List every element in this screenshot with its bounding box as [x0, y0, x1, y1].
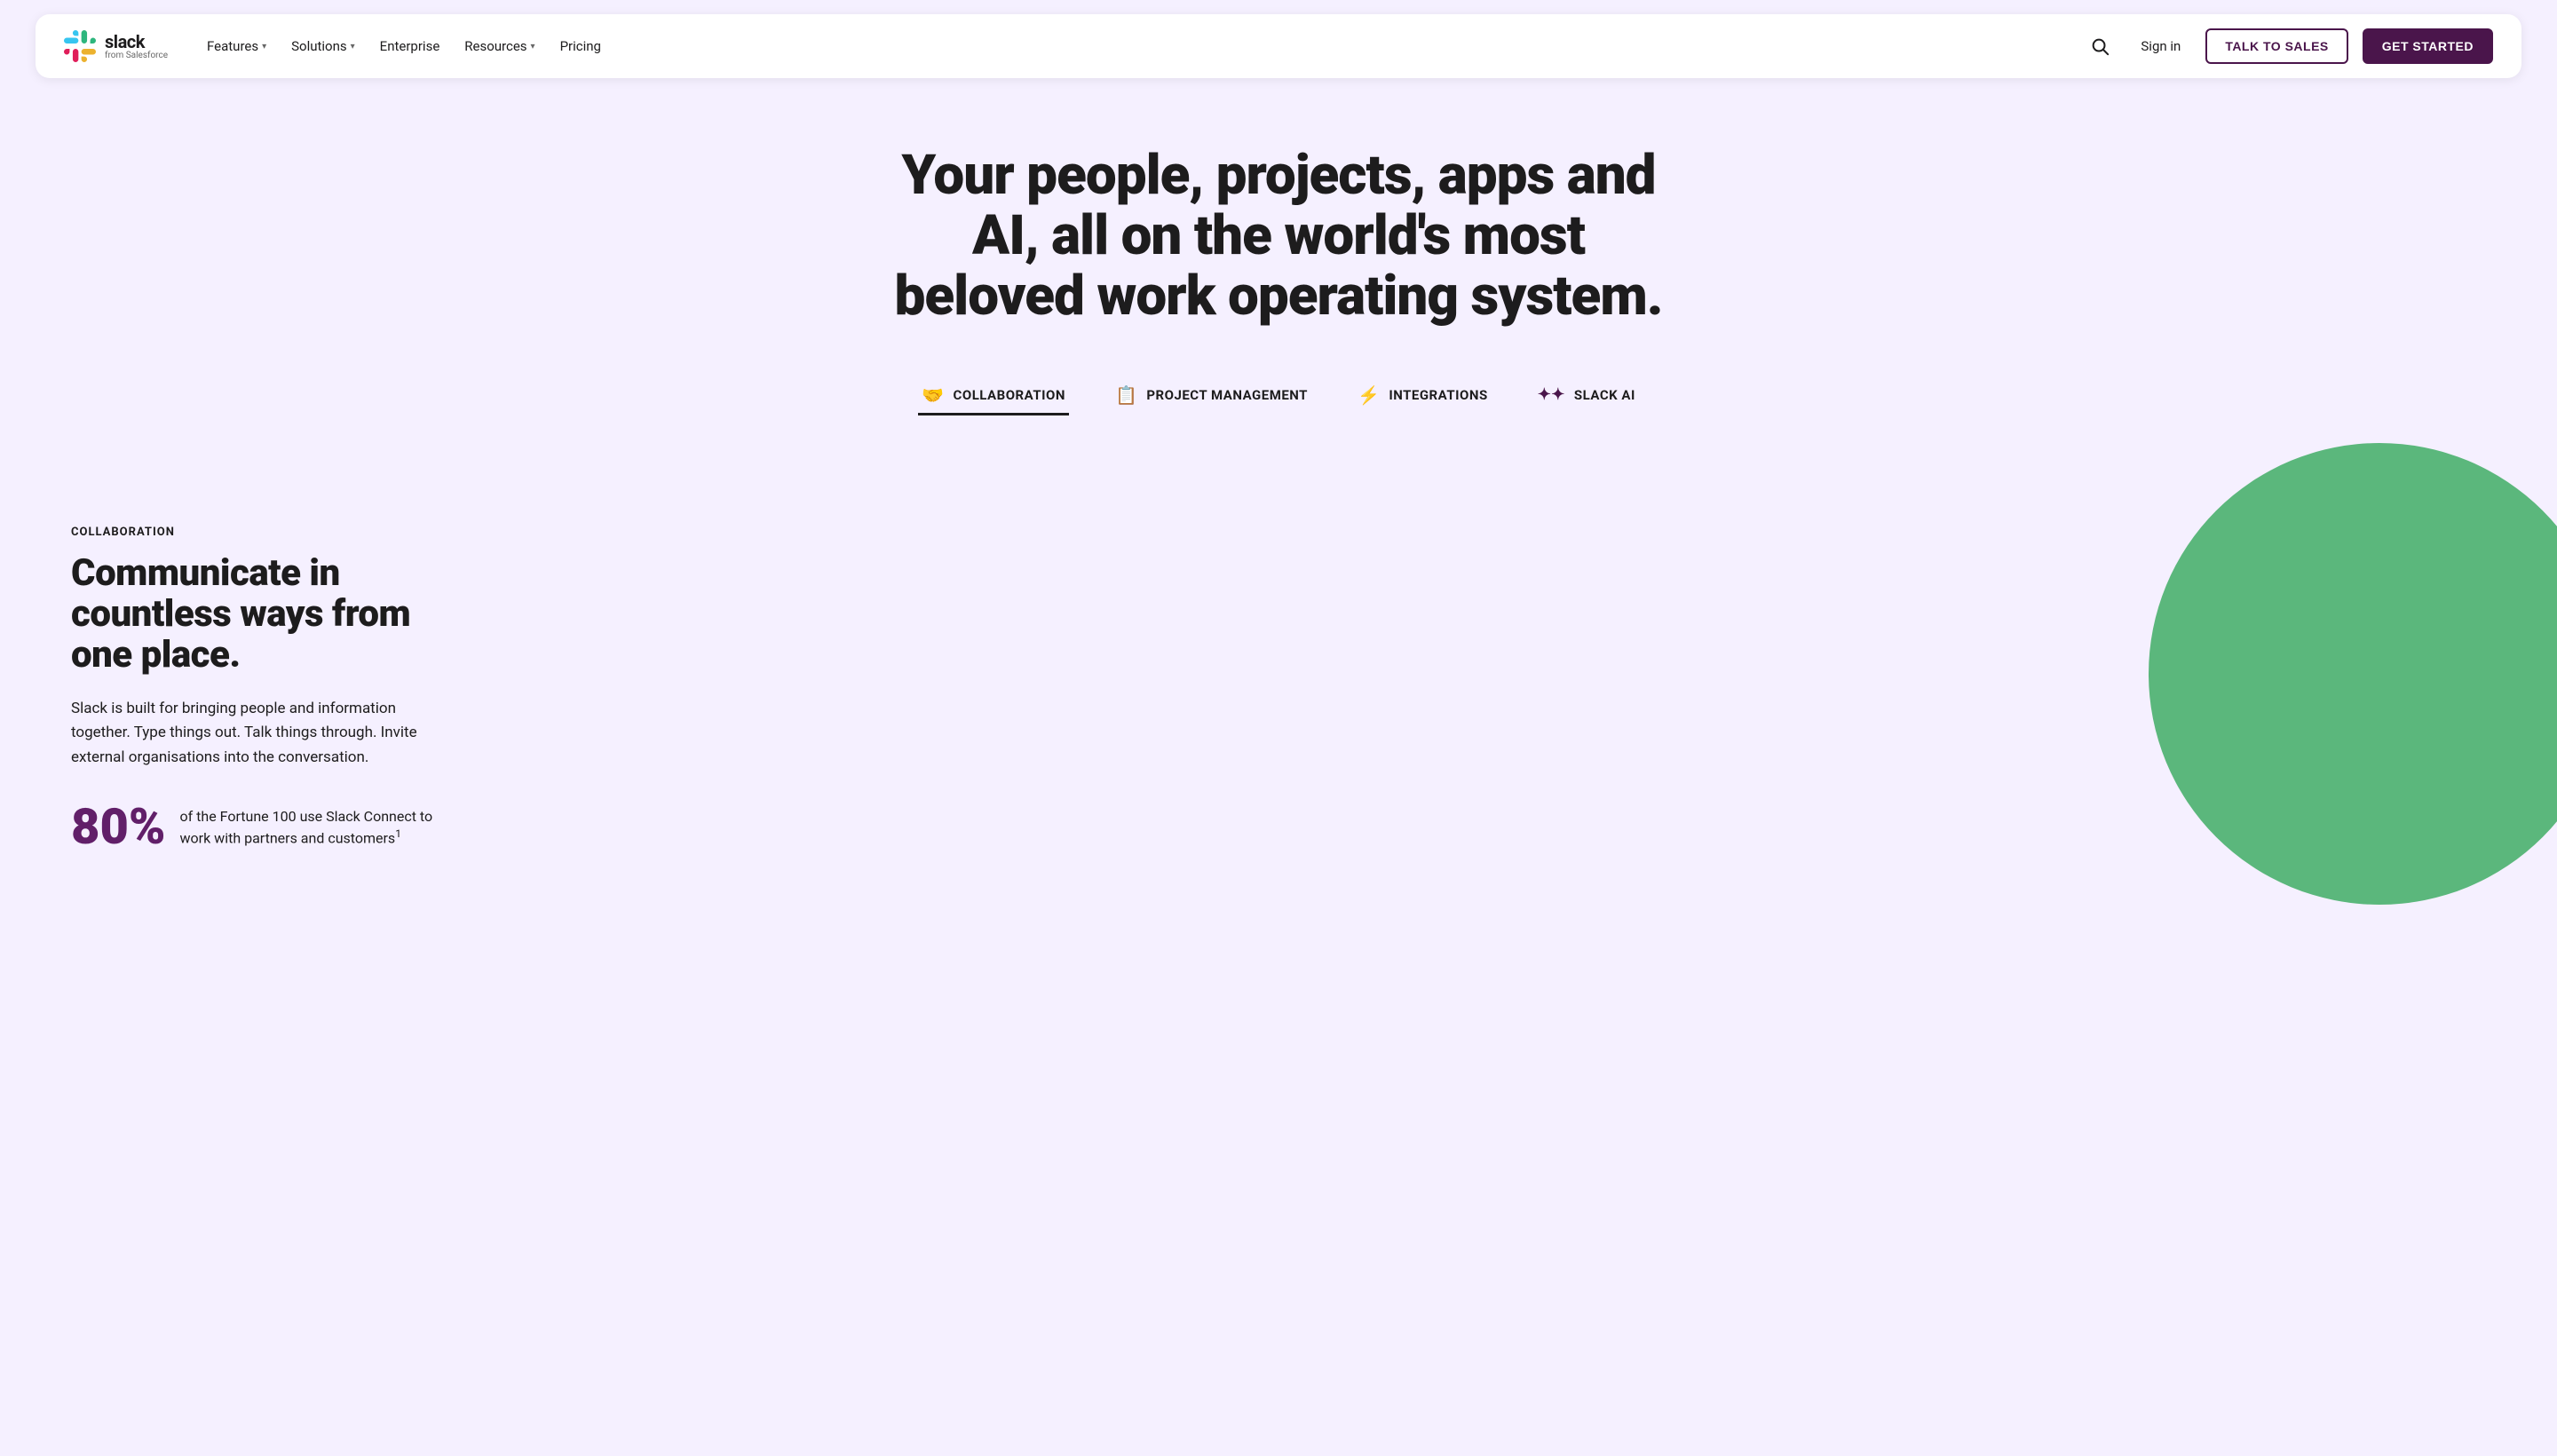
collaboration-content: COLLABORATION Communicate in countless w… — [71, 526, 444, 851]
navbar: slack from Salesforce Features ▾ Solutio… — [36, 14, 2521, 78]
solutions-chevron-icon: ▾ — [351, 42, 355, 51]
nav-right: Sign in TALK TO SALES GET STARTED — [2084, 28, 2493, 64]
lightning-icon: ⚡ — [1358, 384, 1380, 406]
tab-collaboration[interactable]: 🤝 COLLABORATION — [918, 377, 1069, 415]
feature-tabs: 🤝 COLLABORATION 📋 PROJECT MANAGEMENT ⚡ I… — [36, 363, 2521, 437]
nav-links: Features ▾ Solutions ▾ Enterprise Resour… — [196, 31, 2084, 61]
logo-text: slack from Salesforce — [99, 33, 168, 60]
stat-description: of the Fortune 100 use Slack Connect to … — [180, 802, 444, 849]
hero-title: Your people, projects, apps and AI, all … — [879, 146, 1678, 328]
search-icon — [2090, 36, 2110, 56]
section-label: COLLABORATION — [71, 526, 444, 539]
stat-number: 80% — [71, 802, 166, 851]
nav-features[interactable]: Features ▾ — [196, 31, 277, 61]
search-button[interactable] — [2084, 30, 2116, 62]
nav-solutions[interactable]: Solutions ▾ — [281, 31, 366, 61]
slack-wordmark: slack — [105, 33, 168, 51]
clipboard-icon: 📋 — [1115, 384, 1137, 406]
section-body: Slack is built for bringing people and i… — [71, 697, 444, 770]
slack-logo-icon — [64, 30, 96, 62]
green-circle-decoration — [2149, 443, 2557, 905]
hero-section: Your people, projects, apps and AI, all … — [0, 92, 2557, 472]
nav-enterprise[interactable]: Enterprise — [369, 31, 451, 61]
get-started-button[interactable]: GET STARTED — [2363, 28, 2493, 64]
nav-resources[interactable]: Resources ▾ — [454, 31, 545, 61]
sparkles-icon: ✦✦ — [1538, 385, 1565, 404]
collaboration-section: COLLABORATION Communicate in countless w… — [0, 472, 2557, 851]
section-heading: Communicate in countless ways from one p… — [71, 553, 444, 677]
tab-integrations[interactable]: ⚡ INTEGRATIONS — [1354, 377, 1492, 415]
logo-link[interactable]: slack from Salesforce — [64, 30, 168, 62]
sign-in-link[interactable]: Sign in — [2130, 31, 2191, 61]
tab-project-management[interactable]: 📋 PROJECT MANAGEMENT — [1112, 377, 1311, 415]
stat-row: 80% of the Fortune 100 use Slack Connect… — [71, 802, 444, 851]
hand-wave-icon: 🤝 — [922, 384, 944, 406]
resources-chevron-icon: ▾ — [531, 42, 535, 51]
nav-pricing[interactable]: Pricing — [550, 31, 612, 61]
talk-to-sales-button[interactable]: TALK TO SALES — [2205, 28, 2347, 64]
features-chevron-icon: ▾ — [262, 42, 266, 51]
slack-from-salesforce: from Salesforce — [105, 51, 168, 60]
tab-slack-ai[interactable]: ✦✦ SLACK AI — [1534, 377, 1639, 415]
